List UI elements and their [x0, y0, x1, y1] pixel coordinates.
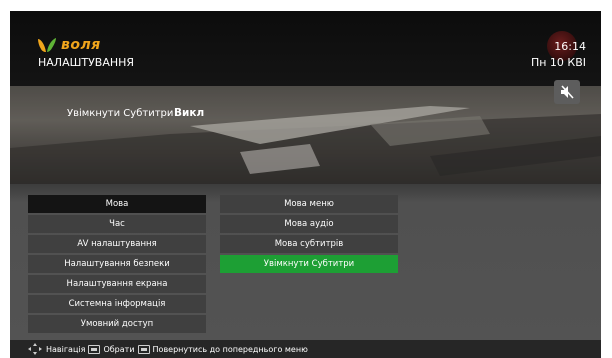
clock: 16:14	[554, 40, 586, 53]
header: воля НАЛАШТУВАННЯ 16:14 Пн 10 КВІ	[10, 11, 601, 86]
brand-name: воля	[61, 37, 101, 53]
subtitle-setting-label: Увімкнути Субтитри	[67, 108, 174, 119]
submenu-item-enable-subtitles[interactable]: Увімкнути Субтитри	[220, 255, 398, 273]
ok-key-icon	[88, 344, 101, 354]
preview-scene	[10, 86, 601, 184]
menu-item-language[interactable]: Мова	[28, 195, 206, 213]
language-submenu: Мова меню Мова аудіо Мова субтитрів Увім…	[220, 195, 398, 275]
video-preview	[10, 86, 601, 184]
menu-item-screen-settings[interactable]: Налаштування екрана	[28, 275, 206, 293]
page-title: НАЛАШТУВАННЯ	[38, 56, 135, 69]
menu-item-system-info[interactable]: Системна інформація	[28, 295, 206, 313]
submenu-item-menu-language[interactable]: Мова меню	[220, 195, 398, 213]
menu-item-av-settings[interactable]: AV налаштування	[28, 235, 206, 253]
main-menu: Мова Час AV налаштування Налаштування бе…	[28, 195, 206, 335]
footer-navigate-label: Навігація	[46, 344, 86, 354]
settings-panel: Мова Час AV налаштування Налаштування бе…	[10, 184, 601, 340]
dpad-icon	[28, 343, 42, 355]
back-key-icon	[137, 344, 150, 354]
subtitle-setting-value: Викл	[174, 107, 205, 119]
menu-item-time[interactable]: Час	[28, 215, 206, 233]
tv-screen: воля НАЛАШТУВАННЯ 16:14 Пн 10 КВІ Увімкн…	[10, 11, 601, 358]
menu-item-security-settings[interactable]: Налаштування безпеки	[28, 255, 206, 273]
voila-logo-icon	[38, 38, 56, 52]
mute-icon	[554, 80, 580, 104]
brand-logo: воля	[36, 36, 101, 54]
date: Пн 10 КВІ	[530, 56, 586, 69]
submenu-item-subtitle-language[interactable]: Мова субтитрів	[220, 235, 398, 253]
submenu-item-audio-language[interactable]: Мова аудіо	[220, 215, 398, 233]
footer-back-label: Повернутись до попереднього меню	[152, 344, 308, 354]
footer-select-label: Обрати	[103, 344, 135, 354]
menu-item-conditional-access[interactable]: Умовний доступ	[28, 315, 206, 333]
footer-help-bar: Навігація Обрати Повернутись до попередн…	[10, 340, 601, 358]
